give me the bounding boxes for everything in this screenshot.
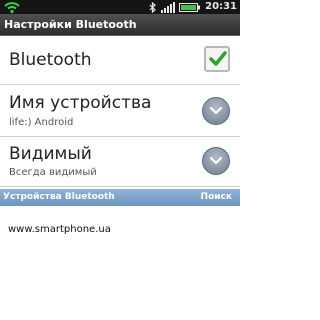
scan-button[interactable]: Поиск xyxy=(201,189,232,206)
devices-section-header: Устройства Bluetooth Поиск xyxy=(0,189,240,206)
device-name-value: life:) Android xyxy=(9,117,74,128)
device-name-label: Имя устройства xyxy=(9,93,152,113)
visibility-dropdown-button[interactable] xyxy=(202,147,230,175)
devices-section-title: Устройства Bluetooth xyxy=(3,192,115,202)
device-name-row[interactable]: Имя устройства life:) Android xyxy=(0,85,240,137)
title-bar: Настройки Bluetooth xyxy=(0,14,240,36)
chevron-down-icon xyxy=(210,107,222,115)
bluetooth-checkbox[interactable] xyxy=(204,46,230,72)
watermark: www.smartphone.ua xyxy=(8,224,111,235)
status-bar: 20:31 xyxy=(0,0,240,14)
signal-icon xyxy=(161,1,176,13)
bluetooth-icon xyxy=(149,1,157,13)
clock: 20:31 xyxy=(205,1,237,12)
visibility-label: Видимый xyxy=(9,144,92,164)
bluetooth-label: Bluetooth xyxy=(9,50,92,70)
bluetooth-toggle-row[interactable]: Bluetooth xyxy=(0,37,240,85)
page-title: Настройки Bluetooth xyxy=(4,18,137,31)
chevron-down-icon xyxy=(210,157,222,165)
visibility-row[interactable]: Видимый Всегда видимый xyxy=(0,137,240,187)
wifi-icon xyxy=(4,2,20,14)
visibility-value: Всегда видимый xyxy=(9,167,97,178)
device-name-dropdown-button[interactable] xyxy=(202,97,230,125)
checkmark-icon xyxy=(209,51,227,66)
battery-icon xyxy=(179,2,201,12)
status-icons: 20:31 xyxy=(149,0,237,14)
